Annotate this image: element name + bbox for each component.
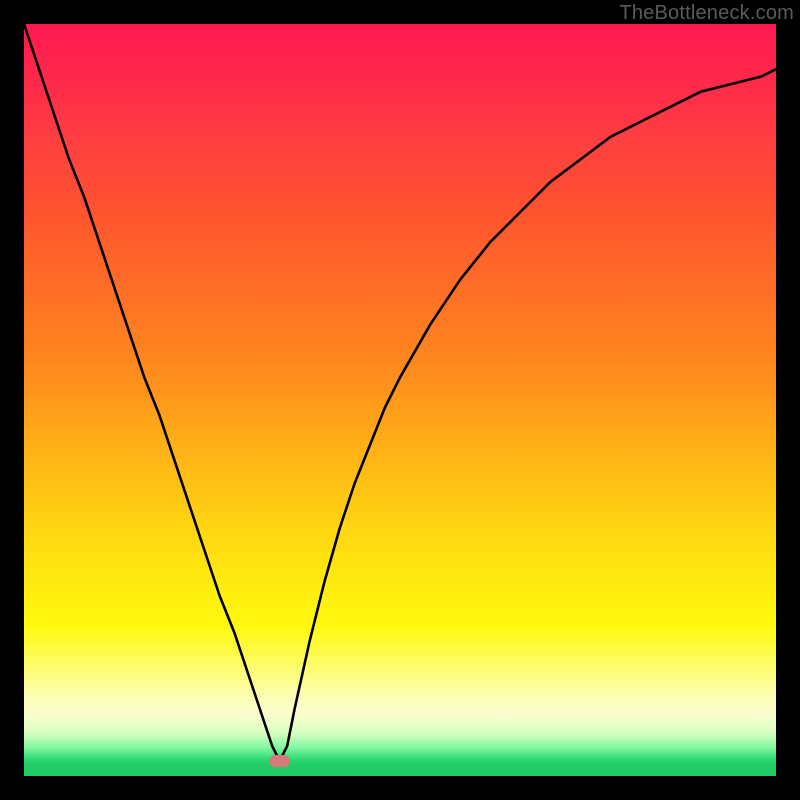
bottleneck-curve: [24, 24, 776, 761]
chart-frame: TheBottleneck.com: [0, 0, 800, 800]
watermark-text: TheBottleneck.com: [619, 2, 794, 25]
plot-area: [24, 24, 776, 776]
minimum-marker: [270, 755, 290, 767]
chart-svg: [24, 24, 776, 776]
